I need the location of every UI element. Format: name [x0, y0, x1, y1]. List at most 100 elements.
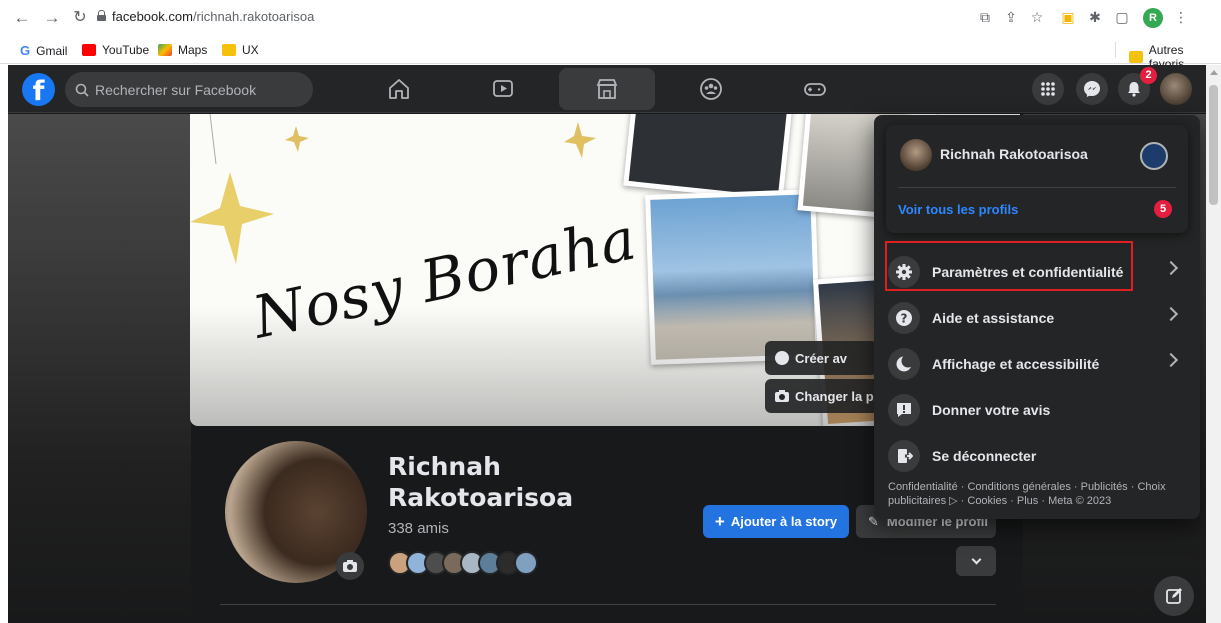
bookmarks-bar: G Gmail YouTube Maps UX Autres favoris — [0, 36, 1221, 71]
new-message-button[interactable] — [1154, 576, 1194, 616]
friends-count[interactable]: 338 amis — [388, 520, 449, 537]
search-input[interactable]: Rechercher sur Facebook — [65, 72, 313, 107]
tab-gaming[interactable] — [767, 68, 863, 110]
background-shade — [8, 114, 191, 623]
update-profile-picture-button[interactable] — [336, 552, 364, 580]
share-icon[interactable]: ⇪ — [1003, 9, 1019, 25]
messenger-icon — [1084, 81, 1100, 97]
see-all-profiles-link[interactable]: Voir tous les profils — [898, 202, 1018, 217]
chevron-right-icon — [1163, 306, 1179, 322]
change-cover-label: Changer la pl — [795, 388, 878, 404]
bookmark-ux[interactable]: UX — [222, 43, 259, 57]
bookmark-label: Gmail — [36, 43, 68, 58]
account-menu: Richnah Rakotoarisoa Voir tous les profi… — [874, 115, 1200, 519]
scrollbar-thumb[interactable] — [1209, 85, 1218, 205]
sidepanel-icon[interactable]: ▢ — [1114, 9, 1130, 25]
watch-icon — [493, 80, 513, 97]
reload-icon[interactable]: ↻ — [70, 8, 90, 28]
avatar-icon — [775, 351, 789, 365]
bookmark-label: Maps — [178, 43, 208, 57]
home-icon — [389, 79, 409, 99]
menu-item-help[interactable]: ? Aide et assistance — [888, 298, 1190, 338]
account-avatar-button[interactable] — [1160, 73, 1192, 105]
install-app-icon[interactable]: ⧉ — [977, 9, 993, 25]
chevron-right-icon — [1163, 260, 1179, 276]
bell-icon — [1128, 82, 1140, 97]
bookmark-label: UX — [242, 43, 259, 57]
facebook-navbar: f Rechercher sur Facebook 2 — [8, 65, 1206, 113]
chevron-right-icon — [1163, 352, 1179, 368]
bookmark-youtube[interactable]: YouTube — [82, 43, 149, 57]
add-to-story-button[interactable]: + Ajouter à la story — [703, 505, 849, 538]
menu-grid-button[interactable] — [1032, 73, 1064, 105]
highlight-box — [885, 241, 1133, 291]
kebab-menu-icon[interactable]: ⋮ — [1173, 9, 1189, 25]
help-icon: ? — [888, 302, 920, 334]
profile-card: Richnah Rakotoarisoa Voir tous les profi… — [886, 125, 1188, 233]
menu-item-feedback[interactable]: Donner votre avis — [888, 390, 1190, 430]
camera-icon — [343, 560, 357, 572]
grid-icon — [1041, 82, 1055, 96]
feedback-icon — [888, 394, 920, 426]
menu-item-label: Donner votre avis — [932, 402, 1051, 418]
menu-user-name[interactable]: Richnah Rakotoarisoa — [940, 146, 1088, 162]
profile-divider — [220, 604, 996, 605]
gaming-icon — [804, 83, 826, 96]
youtube-icon — [82, 44, 96, 56]
notifications-badge: 2 — [1140, 67, 1157, 84]
maps-icon — [158, 44, 172, 56]
compose-icon — [1166, 588, 1182, 604]
divider — [898, 187, 1176, 188]
facebook-page: Nosy Boraha Créer av Changer la pl f Rec… — [8, 65, 1206, 623]
lock-icon — [97, 10, 106, 21]
camera-icon — [775, 390, 789, 402]
tab-marketplace[interactable] — [559, 68, 655, 110]
extension-icon[interactable]: ▣ — [1060, 9, 1076, 25]
menu-footer-links[interactable]: Confidentialité · Conditions générales ·… — [888, 480, 1188, 508]
profiles-count-badge: 5 — [1154, 200, 1172, 218]
avatar[interactable] — [900, 139, 932, 171]
menu-item-display[interactable]: Affichage et accessibilité — [888, 344, 1190, 384]
scroll-up-arrow-icon[interactable] — [1210, 70, 1218, 75]
url-field[interactable]: facebook.com/richnah.rakotoarisoa — [112, 9, 314, 24]
browser-address-bar: ← → ↻ facebook.com/richnah.rakotoarisoa … — [0, 0, 1221, 36]
star-icon[interactable]: ☆ — [1029, 9, 1045, 25]
bookmark-label: YouTube — [102, 43, 150, 57]
menu-item-label: Affichage et accessibilité — [932, 356, 1100, 372]
puzzle-icon[interactable]: ✱ — [1087, 9, 1103, 25]
browser-profile-avatar[interactable]: R — [1143, 8, 1163, 28]
bookmark-maps[interactable]: Maps — [158, 43, 207, 57]
menu-item-logout[interactable]: Se déconnecter — [888, 436, 1190, 476]
url-domain: facebook.com — [112, 9, 193, 24]
plus-icon: + — [714, 512, 725, 531]
logout-icon — [888, 440, 920, 472]
add-to-story-label: Ajouter à la story — [730, 514, 838, 529]
profile-name: Richnah Rakotoarisoa — [388, 452, 574, 512]
svg-text:?: ? — [901, 312, 908, 326]
chevron-down-icon — [971, 554, 981, 564]
menu-item-label: Se déconnecter — [932, 448, 1037, 464]
folder-icon — [1129, 51, 1143, 63]
friends-avatars[interactable] — [388, 551, 538, 575]
bookmark-gmail[interactable]: G Gmail — [20, 43, 67, 58]
page-scrollbar[interactable] — [1206, 65, 1221, 623]
create-avatar-button[interactable]: Créer av — [765, 341, 877, 375]
messenger-button[interactable] — [1076, 73, 1108, 105]
tab-home[interactable] — [351, 68, 447, 110]
folder-icon — [222, 44, 236, 56]
facebook-logo[interactable]: f — [22, 73, 55, 107]
back-icon[interactable]: ← — [12, 8, 32, 28]
marketplace-icon — [596, 79, 618, 99]
url-path: /richnah.rakotoarisoa — [192, 9, 315, 24]
forward-icon[interactable]: → — [42, 8, 62, 28]
profile-more-button[interactable] — [956, 546, 996, 576]
tab-groups[interactable] — [663, 68, 759, 110]
moon-icon — [888, 348, 920, 380]
search-placeholder: Rechercher sur Facebook — [95, 81, 257, 98]
bookmark-separator — [1115, 42, 1116, 58]
search-icon — [75, 83, 89, 97]
switch-profile-icon[interactable] — [1140, 142, 1168, 170]
groups-icon — [700, 78, 722, 100]
tab-watch[interactable] — [455, 68, 551, 110]
friend-avatar[interactable] — [514, 551, 538, 575]
